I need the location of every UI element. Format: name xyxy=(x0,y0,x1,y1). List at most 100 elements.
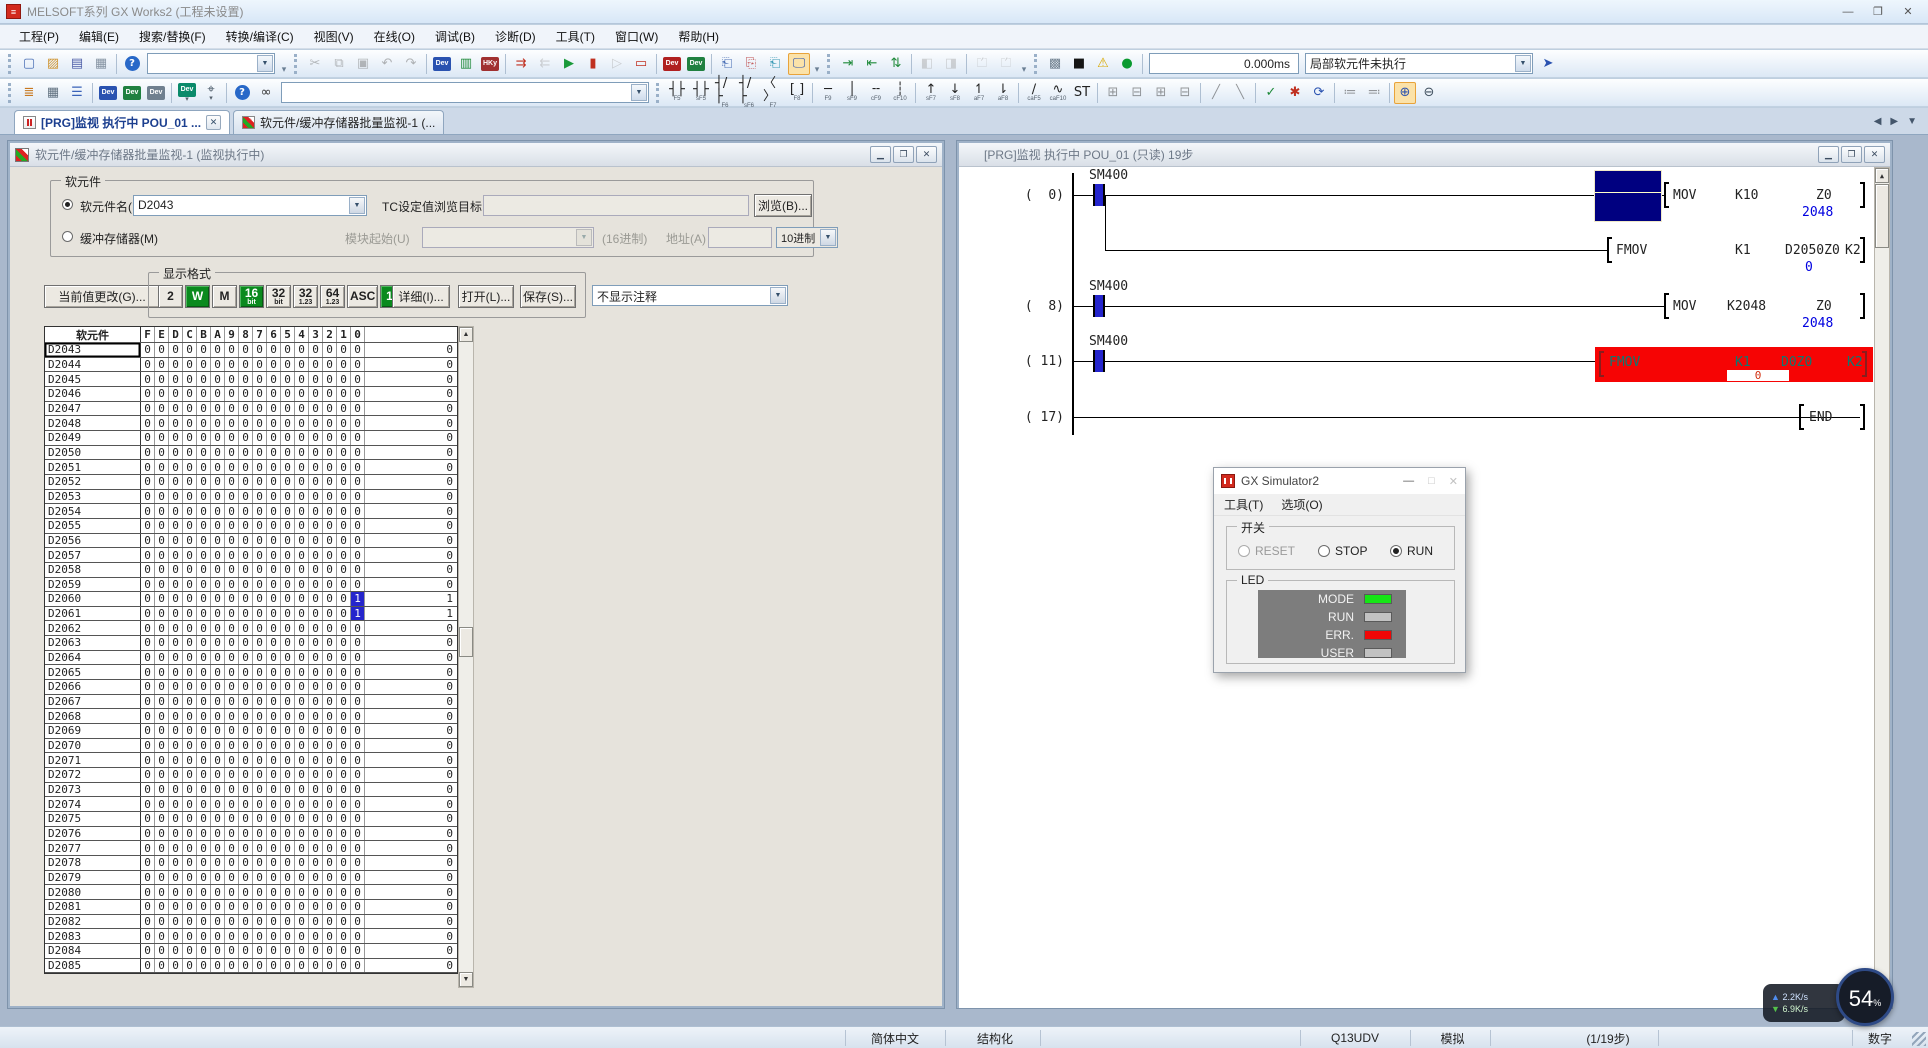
menu-project[interactable]: 工程(P) xyxy=(10,25,68,48)
child-restore-button[interactable]: ❐ xyxy=(1841,146,1862,163)
table-row[interactable]: D204600000000000000000 xyxy=(45,387,457,402)
scrollbar-thumb[interactable] xyxy=(459,627,473,657)
watch-window-icon[interactable]: Dev xyxy=(121,82,143,104)
window-minimize-button[interactable]: — xyxy=(1834,3,1862,21)
toolbar-overflow-icon[interactable]: ▾ xyxy=(811,53,823,75)
statement-display-icon[interactable]: ≕ xyxy=(1363,82,1385,104)
monitor-write-mode-icon[interactable]: ⇇ xyxy=(534,53,556,75)
toolbar-overflow-icon[interactable]: ▾ xyxy=(1018,53,1030,75)
paste-icon[interactable]: ▣ xyxy=(352,53,374,75)
rising-pulse-branch-icon[interactable]: ↿aF7 xyxy=(968,82,990,104)
open-project-icon[interactable]: ▨ xyxy=(42,53,64,75)
tab-list-icon[interactable]: ▼ xyxy=(1904,114,1920,129)
quick-find-combo[interactable]: ▼ xyxy=(147,53,275,74)
delete-row-icon[interactable]: ⊟ xyxy=(1126,82,1148,104)
skip-clear-icon[interactable]: ⏍ xyxy=(995,53,1017,75)
rising-pulse-icon[interactable]: ↑sF7 xyxy=(920,82,942,104)
local-device-exec-icon[interactable]: ➤ xyxy=(1537,53,1559,75)
table-row[interactable]: D208400000000000000000 xyxy=(45,944,457,959)
chevron-down-icon[interactable]: ▼ xyxy=(770,287,786,304)
contact-sm400[interactable] xyxy=(1093,295,1105,317)
stop-radio[interactable]: STOP xyxy=(1318,544,1367,558)
table-row[interactable]: D204500000000000000000 xyxy=(45,372,457,387)
instruction-mov[interactable]: MOV xyxy=(1673,299,1696,314)
child-minimize-button[interactable]: ▁ xyxy=(1818,146,1839,163)
ladder-titlebar[interactable]: [PRG]监视 执行中 POU_01 (只读) 19步 ▁ ❐ ✕ xyxy=(959,143,1890,167)
read-from-plc-icon[interactable]: ▥ xyxy=(455,53,477,75)
format-word-button[interactable]: W xyxy=(185,285,210,308)
step-interval-icon[interactable]: ⇤ xyxy=(861,53,883,75)
simulator-minimize-button[interactable]: — xyxy=(1403,475,1414,488)
open-button[interactable]: 打开(L)... xyxy=(458,285,514,308)
step-run-icon[interactable]: ⇥ xyxy=(837,53,859,75)
table-row[interactable]: D205700000000000000000 xyxy=(45,548,457,563)
application-instruction-icon[interactable]: [ ]F8 xyxy=(786,82,808,104)
table-row[interactable]: D205200000000000000000 xyxy=(45,475,457,490)
find-target-combo[interactable]: ▼ xyxy=(281,82,649,103)
table-row[interactable]: D206300000000000000000 xyxy=(45,636,457,651)
table-row[interactable]: D208500000000000000000 xyxy=(45,959,457,974)
cross-reference-icon[interactable]: ∞ xyxy=(255,82,277,104)
simulator-close-button[interactable]: ✕ xyxy=(1449,475,1458,488)
device-registration-monitor-icon[interactable]: Dev xyxy=(685,53,707,75)
table-row[interactable]: D204700000000000000000 xyxy=(45,402,457,417)
tc-target-field[interactable] xyxy=(483,195,749,216)
inline-st-icon[interactable]: ST xyxy=(1071,82,1093,104)
save-button[interactable]: 保存(S)... xyxy=(520,285,576,308)
start-monitor-icon[interactable]: ▶ xyxy=(558,53,580,75)
write-to-plc-icon[interactable]: Dev xyxy=(431,53,453,75)
table-row[interactable]: D206600000000000000000 xyxy=(45,680,457,695)
table-row[interactable]: D208200000000000000000 xyxy=(45,915,457,930)
scroll-down-icon[interactable]: ▼ xyxy=(459,972,473,987)
copy-icon[interactable]: ⧉ xyxy=(328,53,350,75)
new-project-icon[interactable]: ▢ xyxy=(18,53,40,75)
simulator-menu-tool[interactable]: 工具(T) xyxy=(1224,496,1263,513)
local-device-combo[interactable]: 局部软元件未执行▼ xyxy=(1305,53,1533,74)
device-batch-monitor2-icon[interactable]: Dev xyxy=(97,82,119,104)
horizontal-line-icon[interactable]: ─F9 xyxy=(817,82,839,104)
module-start-combo[interactable]: ▼ xyxy=(422,227,594,248)
table-row[interactable]: D204800000000000000000 xyxy=(45,416,457,431)
delete-horizontal-line-icon[interactable]: ╌cF9 xyxy=(865,82,887,104)
contact-sm400[interactable] xyxy=(1093,350,1105,372)
table-row[interactable]: D207800000000000000000 xyxy=(45,856,457,871)
detail-button[interactable]: 详细(I)... xyxy=(392,285,450,308)
table-row[interactable]: D207500000000000000000 xyxy=(45,812,457,827)
window-maximize-button[interactable]: ❐ xyxy=(1864,3,1892,21)
instruction-fmov[interactable]: FMOV xyxy=(1609,355,1640,370)
output-window-icon[interactable]: ☰ xyxy=(66,82,88,104)
table-row[interactable]: D206100000000000000011 xyxy=(45,607,457,622)
menu-help[interactable]: 帮助(H) xyxy=(669,25,728,48)
navigation-window-icon[interactable]: ≣ xyxy=(18,82,40,104)
zoom-in-icon[interactable]: ⊕ xyxy=(1394,82,1416,104)
build-icon[interactable]: ✱ xyxy=(1284,82,1306,104)
menu-tool[interactable]: 工具(T) xyxy=(547,25,604,48)
tab-device-monitor[interactable]: 软元件/缓冲存储器批量监视-1 (... xyxy=(233,110,444,134)
verify-result-icon[interactable]: ⎗ xyxy=(716,53,738,75)
table-row[interactable]: D208100000000000000000 xyxy=(45,900,457,915)
table-row[interactable]: D205100000000000000000 xyxy=(45,460,457,475)
table-row[interactable]: D207200000000000000000 xyxy=(45,768,457,783)
monitor-mode-icon[interactable]: ⇉ xyxy=(510,53,532,75)
edit-line-icon[interactable]: ╱ xyxy=(1205,82,1227,104)
stop-simulation-icon[interactable]: ■ xyxy=(1068,53,1090,75)
simulator-chip-icon[interactable]: ▩ xyxy=(1044,53,1066,75)
watch-start-icon[interactable]: ▷ xyxy=(606,53,628,75)
scroll-up-icon[interactable]: ▲ xyxy=(1875,168,1889,183)
table-row[interactable]: D207900000000000000000 xyxy=(45,871,457,886)
cpu-usage-overlay[interactable]: 54% xyxy=(1836,968,1894,1026)
table-row[interactable]: D206400000000000000000 xyxy=(45,651,457,666)
skip-set-icon[interactable]: ⏍ xyxy=(971,53,993,75)
table-row[interactable]: D207000000000000000000 xyxy=(45,739,457,754)
table-row[interactable]: D205000000000000000000 xyxy=(45,446,457,461)
insert-column-icon[interactable]: ⊞ xyxy=(1150,82,1172,104)
device-monitor-titlebar[interactable]: 软元件/缓冲存储器批量监视-1 (监视执行中) ▁ ❐ ✕ xyxy=(10,143,942,167)
table-row[interactable]: D207300000000000000000 xyxy=(45,783,457,798)
table-row[interactable]: D206900000000000000000 xyxy=(45,724,457,739)
break-clear-icon[interactable]: ◨ xyxy=(940,53,962,75)
radio-icon[interactable] xyxy=(1390,545,1402,557)
system-monitor-icon[interactable]: ● xyxy=(1116,53,1138,75)
vertical-line-icon[interactable]: │sF9 xyxy=(841,82,863,104)
table-row[interactable]: D206800000000000000000 xyxy=(45,709,457,724)
table-row[interactable]: D207700000000000000000 xyxy=(45,841,457,856)
